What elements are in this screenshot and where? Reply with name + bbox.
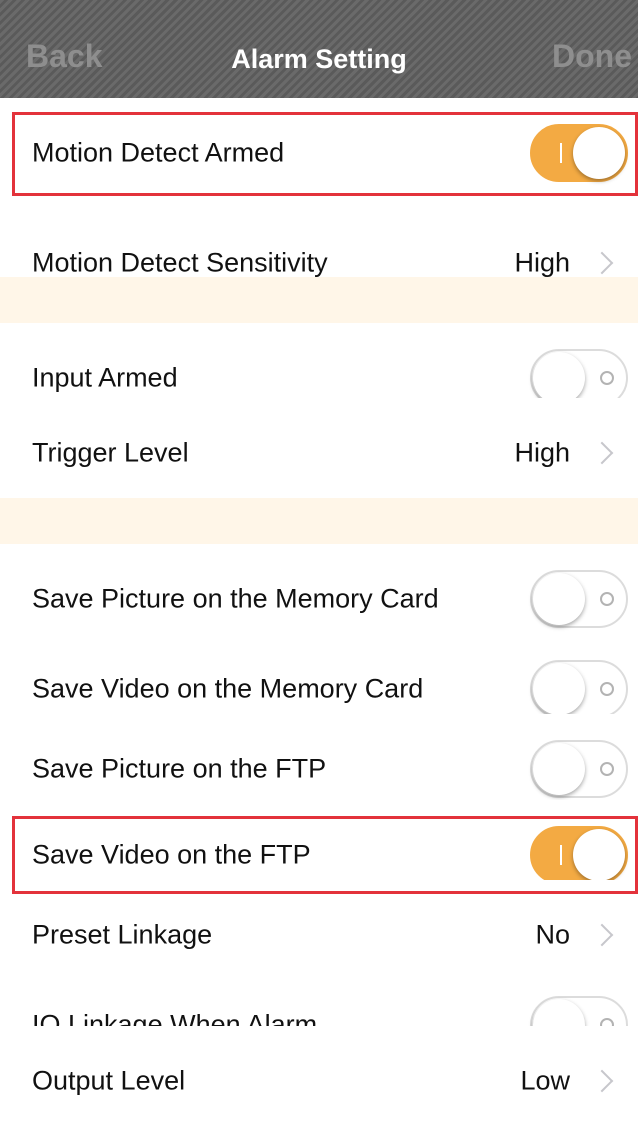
save-video-memory-card-label: Save Video on the Memory Card: [32, 673, 424, 704]
save-video-memory-card-toggle[interactable]: [530, 660, 628, 718]
section-spacer: [0, 277, 638, 323]
output-level-label: Output Level: [32, 1065, 186, 1096]
done-button[interactable]: Done: [552, 38, 632, 75]
navigation-bar: Back Alarm Setting Done: [0, 0, 638, 98]
row-trigger-level[interactable]: Trigger Level High: [0, 398, 638, 508]
toggle-off-mark-icon: [600, 762, 614, 776]
toggle-knob: [533, 743, 585, 795]
save-picture-memory-card-toggle[interactable]: [530, 570, 628, 628]
chevron-right-icon: [590, 441, 614, 465]
chevron-right-icon: [590, 251, 614, 275]
chevron-right-icon: [590, 1069, 614, 1093]
toggle-off-mark-icon: [600, 371, 614, 385]
highlight-box-motion-detect-armed: [12, 112, 638, 196]
motion-detect-sensitivity-value: High: [514, 247, 570, 278]
save-picture-ftp-label: Save Picture on the FTP: [32, 753, 327, 784]
preset-linkage-label: Preset Linkage: [32, 919, 213, 950]
row-output-level[interactable]: Output Level Low: [0, 1026, 638, 1136]
preset-linkage-value: No: [535, 919, 570, 950]
toggle-off-mark-icon: [600, 592, 614, 606]
highlight-box-save-video-ftp: [12, 816, 638, 894]
chevron-right-icon: [590, 923, 614, 947]
trigger-level-label: Trigger Level: [32, 437, 189, 468]
toggle-off-mark-icon: [600, 682, 614, 696]
motion-detect-sensitivity-label: Motion Detect Sensitivity: [32, 247, 328, 278]
section-spacer: [0, 498, 638, 544]
trigger-level-value: High: [514, 437, 570, 468]
toggle-knob: [533, 663, 585, 715]
save-picture-ftp-toggle[interactable]: [530, 740, 628, 798]
toggle-knob: [533, 352, 585, 404]
save-picture-memory-card-label: Save Picture on the Memory Card: [32, 583, 439, 614]
output-level-value: Low: [520, 1065, 570, 1096]
page-title: Alarm Setting: [231, 44, 407, 74]
toggle-knob: [533, 573, 585, 625]
input-armed-label: Input Armed: [32, 362, 178, 393]
